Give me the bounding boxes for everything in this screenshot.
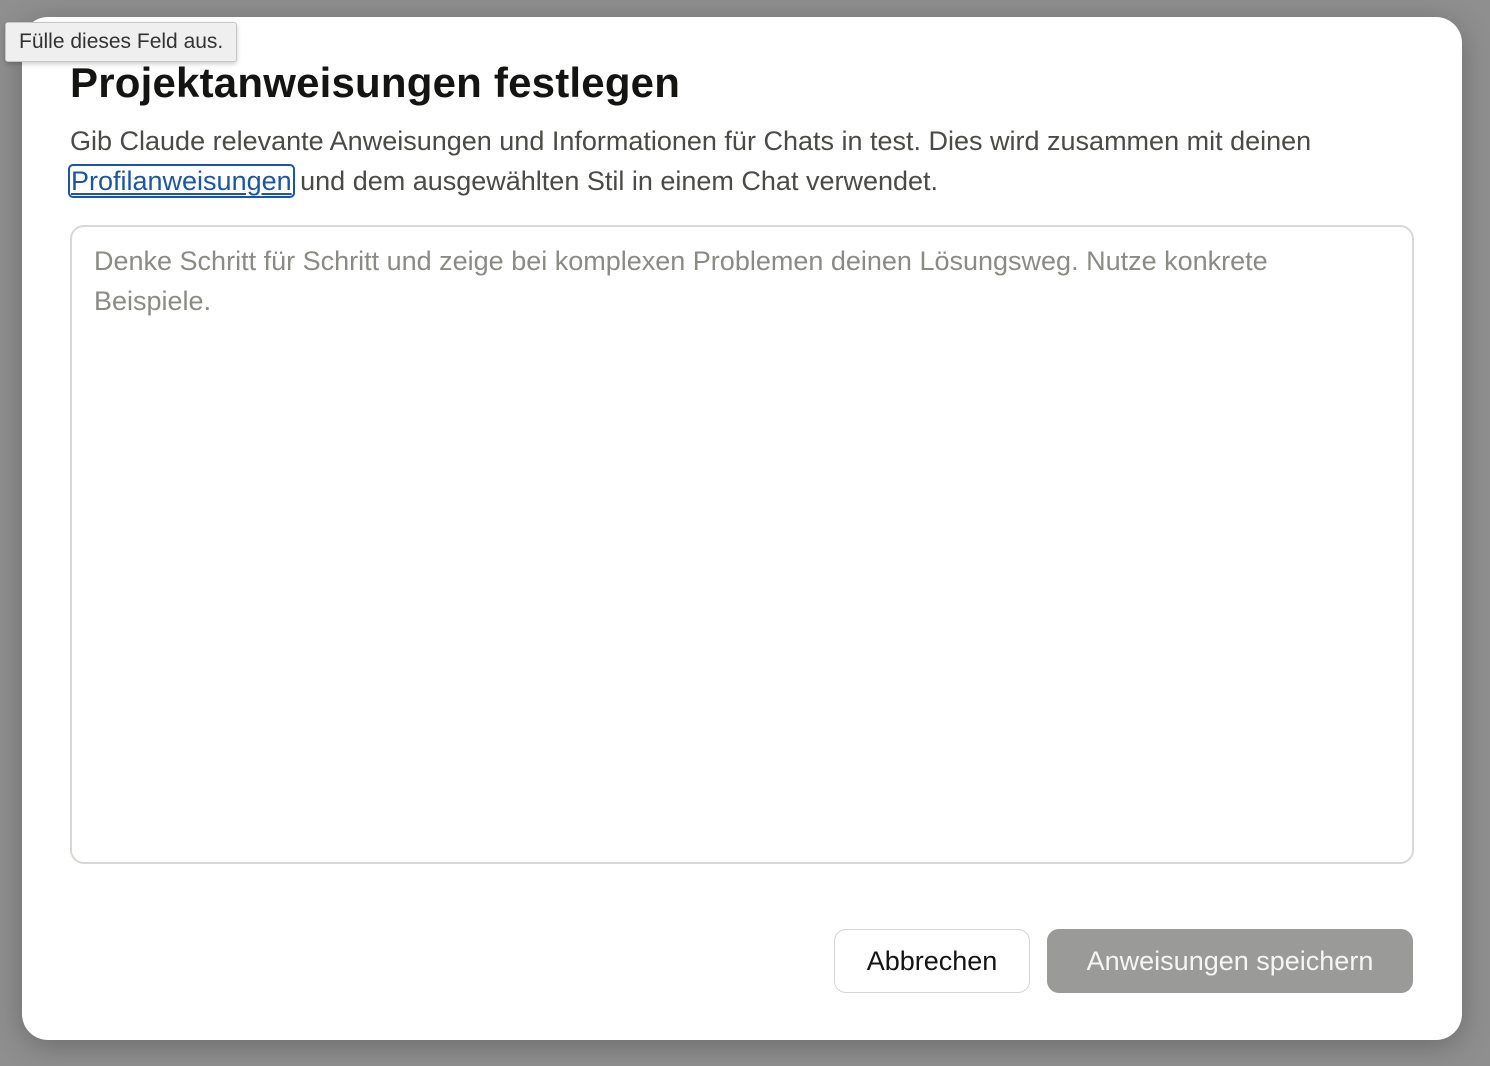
dialog-description: Gib Claude relevante Anweisungen und Inf…	[68, 121, 1370, 201]
cancel-button[interactable]: Abbrechen	[834, 929, 1030, 993]
dialog-title: Projektanweisungen festlegen	[70, 59, 681, 106]
instructions-textarea[interactable]	[70, 225, 1414, 864]
description-text-after: und dem ausgewählten Stil in einem Chat …	[292, 166, 939, 196]
save-instructions-button[interactable]: Anweisungen speichern	[1047, 929, 1413, 993]
description-text-before: Gib Claude relevante Anweisungen und Inf…	[70, 126, 1312, 156]
validation-tooltip: Fülle dieses Feld aus.	[5, 22, 238, 62]
project-instructions-dialog: Projektanweisungen festlegen Gib Claude …	[22, 17, 1462, 1040]
profile-instructions-link[interactable]: Profilanweisungen	[68, 164, 295, 198]
